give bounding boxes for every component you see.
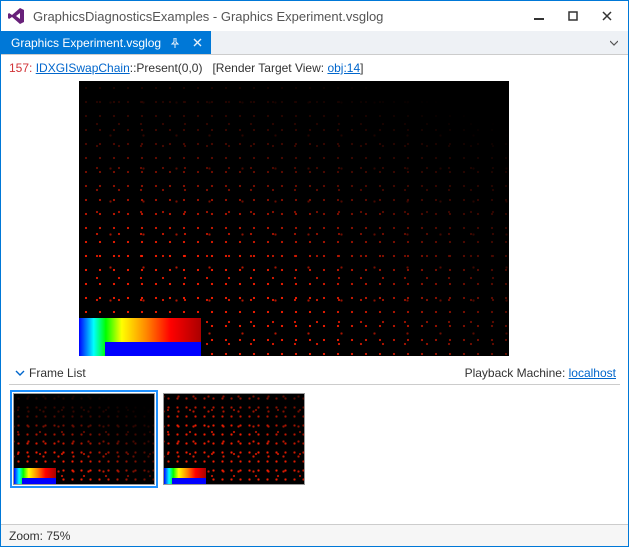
- particle-overlay: [79, 81, 509, 356]
- vs-logo-icon: [7, 7, 25, 25]
- heatmap-overlay: [164, 468, 206, 484]
- rtv-prefix: [Render Target View:: [212, 61, 327, 75]
- render-target-viewer[interactable]: [79, 81, 509, 356]
- document-tab[interactable]: Graphics Experiment.vsglog: [1, 31, 211, 54]
- heatmap-overlay: [14, 468, 56, 484]
- tab-close-icon[interactable]: [189, 35, 205, 51]
- swapchain-link[interactable]: IDXGISwapChain: [36, 61, 130, 75]
- rtv-link[interactable]: obj:14: [327, 61, 360, 75]
- chevron-down-icon[interactable]: [13, 368, 27, 378]
- titlebar: GraphicsDiagnosticsExamples - Graphics E…: [1, 1, 628, 31]
- heatmap-overlay: [79, 318, 201, 356]
- frame-thumbnails: [9, 385, 620, 489]
- status-bar: Zoom: 75%: [1, 524, 628, 546]
- content-area: 157: IDXGISwapChain::Present(0,0) [Rende…: [1, 55, 628, 489]
- maximize-button[interactable]: [556, 3, 590, 29]
- zoom-label: Zoom: 75%: [9, 529, 70, 543]
- frame-list-title: Frame List: [29, 366, 465, 380]
- event-info-line: 157: IDXGISwapChain::Present(0,0) [Rende…: [9, 59, 620, 81]
- document-tab-label: Graphics Experiment.vsglog: [11, 36, 161, 50]
- event-method: ::Present(0,0): [130, 61, 203, 75]
- pin-icon[interactable]: [167, 35, 183, 51]
- tab-overflow-icon[interactable]: [606, 35, 622, 51]
- frame-thumbnail[interactable]: [163, 393, 305, 485]
- event-number: 157:: [9, 61, 32, 75]
- frame-list-header: Frame List Playback Machine: localhost: [9, 360, 620, 385]
- rtv-suffix: ]: [360, 61, 363, 75]
- document-tabbar: Graphics Experiment.vsglog: [1, 31, 628, 55]
- playback-machine-label: Playback Machine: localhost: [465, 366, 616, 380]
- playback-machine-link[interactable]: localhost: [569, 366, 616, 380]
- minimize-button[interactable]: [522, 3, 556, 29]
- window-controls: [522, 3, 624, 29]
- window-title: GraphicsDiagnosticsExamples - Graphics E…: [33, 9, 522, 24]
- frame-thumbnail[interactable]: [13, 393, 155, 485]
- close-button[interactable]: [590, 3, 624, 29]
